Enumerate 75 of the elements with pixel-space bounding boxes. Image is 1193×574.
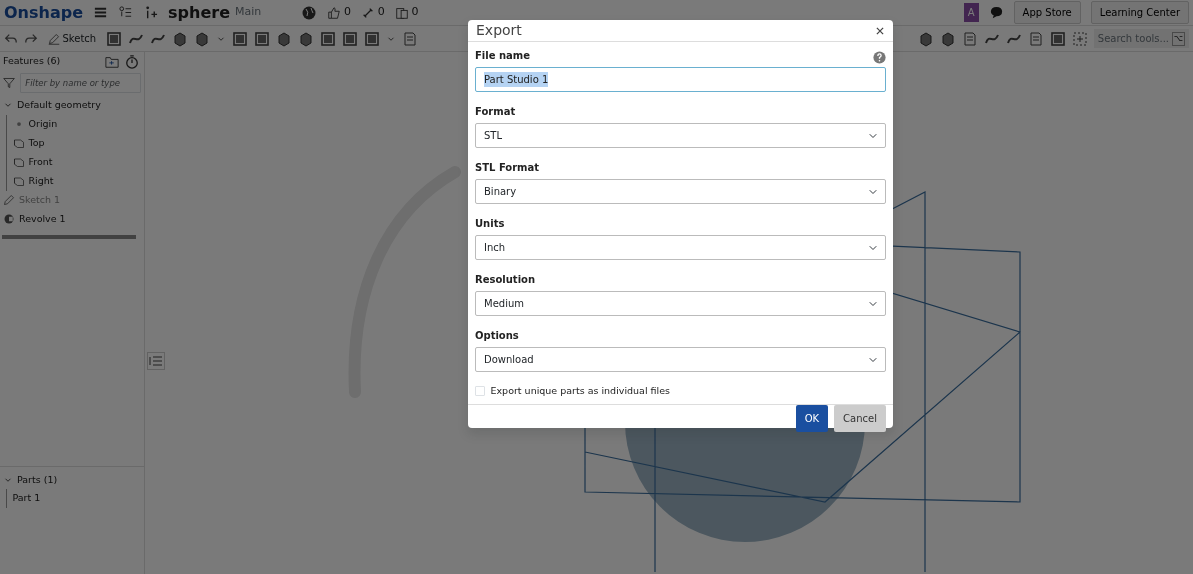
logo[interactable]: Onshape (4, 0, 83, 25)
checkbox[interactable] (475, 386, 485, 397)
chat-bubble-icon[interactable] (988, 5, 1004, 20)
tree-item[interactable]: Default geometry (0, 95, 144, 115)
list-icon[interactable] (118, 5, 133, 20)
dropdown[interactable]: Binary (475, 179, 886, 204)
list-icon[interactable] (147, 352, 165, 370)
tree-item[interactable]: Origin (7, 114, 144, 134)
pencil-icon (47, 32, 60, 45)
header-button[interactable]: Learning Center (1090, 1, 1189, 24)
close-icon[interactable] (875, 25, 885, 36)
cube-icon[interactable] (171, 30, 188, 47)
square-icon[interactable] (341, 30, 358, 47)
tree-item[interactable]: Front (7, 152, 144, 172)
cancel-button[interactable]: Cancel (834, 405, 886, 433)
tree-item[interactable]: Part 1 (7, 489, 144, 508)
tree-item[interactable]: Right (7, 171, 144, 191)
page-icon[interactable] (961, 30, 978, 47)
plane-icon (12, 175, 25, 187)
field-label: Format (475, 105, 517, 119)
square-icon[interactable] (105, 30, 122, 47)
insert-icon[interactable] (143, 5, 158, 20)
cube-icon[interactable] (297, 30, 314, 47)
dropdown[interactable]: Download (475, 347, 886, 372)
page-icon[interactable] (401, 30, 418, 47)
avatar[interactable]: A (963, 3, 979, 22)
field-label: STL Format (475, 161, 541, 175)
copy-icon[interactable] (394, 5, 409, 20)
checkbox-label: Export unique parts as individual files (490, 384, 670, 398)
copy-count: 0 (411, 4, 419, 21)
ok-button[interactable]: OK (795, 405, 829, 433)
redo-icon[interactable] (24, 31, 38, 46)
filter-field[interactable]: Filter by name or type (20, 73, 142, 94)
document-title: sphere (168, 1, 230, 24)
header-button[interactable]: App Store (1013, 1, 1081, 24)
link-count: 0 (377, 4, 385, 21)
help-icon[interactable] (873, 51, 886, 64)
plane-icon (12, 156, 25, 168)
cube-icon[interactable] (193, 30, 210, 47)
page-icon[interactable] (1027, 30, 1044, 47)
folder-add-icon[interactable] (105, 54, 119, 69)
dialog-title: Export (476, 21, 522, 40)
dropdown[interactable]: Medium (475, 291, 886, 316)
dropdown[interactable]: STL (475, 123, 886, 148)
field-label: File name (475, 49, 531, 63)
pencil-icon (3, 194, 15, 206)
tree-item[interactable]: Top (7, 133, 144, 153)
stopwatch-icon[interactable] (124, 54, 139, 69)
shortcut-key: ⌥ (1171, 31, 1185, 46)
filter-icon[interactable] (2, 76, 15, 91)
tree-item[interactable]: Parts (1) (0, 466, 144, 489)
square-icon[interactable] (253, 30, 270, 47)
square-icon[interactable] (319, 30, 336, 47)
menu-icon[interactable] (93, 5, 108, 20)
add-icon[interactable] (1071, 30, 1088, 47)
square-icon[interactable] (231, 30, 248, 47)
square-icon[interactable] (363, 30, 380, 47)
undo-icon[interactable] (4, 31, 18, 46)
dropdown[interactable]: Inch (475, 235, 886, 260)
panel-title: Features (6) (3, 54, 61, 69)
thumbs-up-icon[interactable] (327, 5, 342, 20)
cube-icon[interactable] (275, 30, 292, 47)
field-label: Options (475, 329, 520, 343)
cube-icon[interactable] (939, 30, 956, 47)
cube-icon[interactable] (917, 30, 934, 47)
file-name-field[interactable]: Part Studio 1 (475, 67, 886, 92)
tree-item[interactable]: Revolve 1 (0, 209, 144, 229)
sketch-button[interactable]: Sketch (44, 30, 100, 47)
search-field[interactable]: Search tools... ⌥ (1093, 29, 1189, 48)
like-count: 0 (344, 4, 351, 21)
branch-label: Main (235, 4, 262, 21)
plane-icon (12, 137, 25, 149)
square-icon[interactable] (1049, 30, 1066, 47)
field-label: Resolution (475, 273, 537, 287)
field-label: Units (475, 217, 506, 231)
